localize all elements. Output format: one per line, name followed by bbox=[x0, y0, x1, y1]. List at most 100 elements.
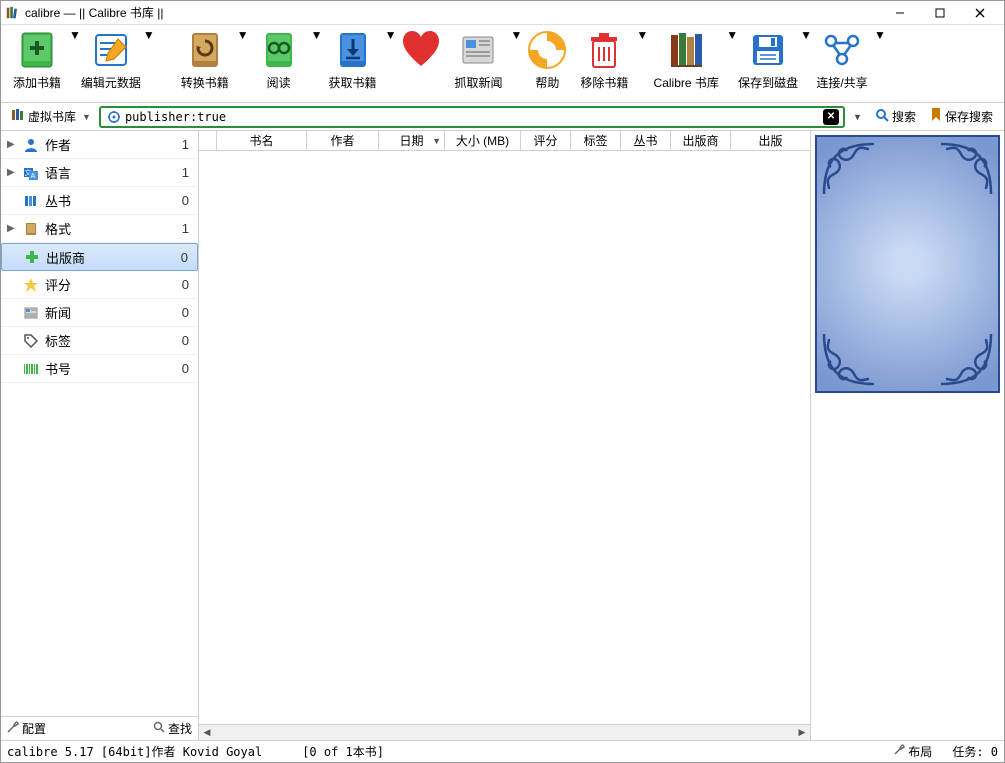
add-books-icon bbox=[15, 28, 59, 72]
fetch-news-dropdown[interactable]: ▼ bbox=[510, 28, 522, 42]
remove-books-button[interactable]: 移除书籍 bbox=[574, 28, 634, 91]
help-button[interactable]: 帮助 bbox=[522, 28, 572, 91]
category-authors[interactable]: ▶ 作者 1 bbox=[1, 131, 198, 159]
jobs-text[interactable]: 任务: 0 bbox=[952, 743, 998, 760]
maximize-button[interactable] bbox=[920, 2, 960, 24]
calibre-library-dropdown[interactable]: ▼ bbox=[726, 28, 738, 42]
minimize-button[interactable] bbox=[880, 2, 920, 24]
convert-books-icon bbox=[183, 28, 227, 72]
configure-button[interactable]: 配置 bbox=[7, 720, 46, 737]
save-search-label: 保存搜索 bbox=[945, 108, 993, 125]
col-tags[interactable]: 标签 bbox=[571, 131, 621, 150]
cover-panel bbox=[811, 131, 1004, 740]
col-series[interactable]: 丛书 bbox=[621, 131, 671, 150]
col-title[interactable]: 书名 bbox=[217, 131, 307, 150]
scroll-left-icon[interactable]: ◀ bbox=[199, 725, 215, 740]
clear-search-button[interactable]: ✕ bbox=[823, 109, 839, 125]
book-cover[interactable] bbox=[815, 135, 1000, 393]
chevron-down-icon: ▼ bbox=[82, 112, 91, 122]
search-history-dropdown[interactable]: ▼ bbox=[849, 112, 866, 122]
book-icon bbox=[23, 221, 39, 237]
convert-books-button[interactable]: 转换书籍 bbox=[175, 28, 235, 91]
expand-icon: ▶ bbox=[7, 139, 17, 150]
donate-button[interactable] bbox=[396, 28, 446, 74]
virtual-library-label: 虚拟书库 bbox=[28, 108, 76, 125]
scroll-right-icon[interactable]: ▶ bbox=[794, 725, 810, 740]
col-date[interactable]: 日期▼ bbox=[379, 131, 445, 150]
get-books-icon bbox=[331, 28, 375, 72]
layout-button[interactable]: 布局 bbox=[893, 743, 932, 760]
star-icon bbox=[23, 277, 39, 293]
fetch-news-icon bbox=[456, 28, 500, 72]
gear-icon[interactable] bbox=[106, 109, 122, 125]
search-icon bbox=[153, 721, 165, 736]
fetch-news-button[interactable]: 抓取新闻 bbox=[448, 28, 508, 91]
add-books-button[interactable]: 添加书籍 bbox=[7, 28, 67, 91]
add-books-dropdown[interactable]: ▼ bbox=[69, 28, 81, 42]
book-list-body[interactable] bbox=[199, 151, 810, 724]
category-list: ▶ 作者 1 ▶ 文A 语言 1 丛书 0 ▶ bbox=[1, 131, 198, 716]
do-search-button[interactable]: 搜索 bbox=[870, 106, 921, 127]
edit-metadata-button[interactable]: 编辑元数据 bbox=[81, 28, 141, 91]
col-rating[interactable]: 评分 bbox=[521, 131, 571, 150]
category-publisher[interactable]: 出版商 0 bbox=[1, 243, 198, 271]
sort-desc-icon: ▼ bbox=[432, 136, 441, 146]
connect-share-button[interactable]: 连接/共享 bbox=[812, 28, 872, 91]
books-icon bbox=[11, 108, 25, 125]
titlebar: calibre — || Calibre 书库 || bbox=[1, 1, 1004, 25]
remove-books-icon bbox=[582, 28, 626, 72]
wrench-icon bbox=[7, 721, 19, 736]
book-list-header: 书名 作者 日期▼ 大小 (MB) 评分 标签 丛书 出版商 出版 bbox=[199, 131, 810, 151]
save-search-button[interactable]: 保存搜索 bbox=[925, 106, 998, 127]
col-pubdate[interactable]: 出版 bbox=[731, 131, 810, 150]
remove-books-dropdown[interactable]: ▼ bbox=[636, 28, 648, 42]
tag-browser: ▶ 作者 1 ▶ 文A 语言 1 丛书 0 ▶ bbox=[1, 131, 199, 740]
col-author[interactable]: 作者 bbox=[307, 131, 379, 150]
edit-metadata-dropdown[interactable]: ▼ bbox=[143, 28, 155, 42]
category-series[interactable]: 丛书 0 bbox=[1, 187, 198, 215]
col-publisher[interactable]: 出版商 bbox=[671, 131, 731, 150]
plus-icon bbox=[24, 249, 40, 265]
horizontal-scrollbar[interactable]: ◀ ▶ bbox=[199, 724, 810, 740]
search-input[interactable] bbox=[125, 110, 823, 124]
wrench-icon bbox=[893, 744, 905, 759]
save-to-disk-icon bbox=[746, 28, 790, 72]
virtual-library-button[interactable]: 虚拟书库 ▼ bbox=[7, 106, 95, 127]
view-icon bbox=[257, 28, 301, 72]
search-box: ✕ bbox=[99, 106, 845, 128]
scroll-track[interactable] bbox=[215, 725, 794, 740]
category-tags[interactable]: 标签 0 bbox=[1, 327, 198, 355]
svg-text:A: A bbox=[31, 173, 36, 180]
version-text: calibre 5.17 [64bit]作者 Kovid Goyal bbox=[7, 743, 262, 760]
save-to-disk-button[interactable]: 保存到磁盘 bbox=[738, 28, 798, 91]
convert-books-dropdown[interactable]: ▼ bbox=[237, 28, 249, 42]
connect-share-icon bbox=[820, 28, 864, 72]
edit-metadata-icon bbox=[89, 28, 133, 72]
find-button[interactable]: 查找 bbox=[153, 720, 192, 737]
save-to-disk-dropdown[interactable]: ▼ bbox=[800, 28, 812, 42]
search-icon bbox=[875, 108, 889, 125]
view-button[interactable]: 阅读 bbox=[249, 28, 309, 91]
main-toolbar: 添加书籍 ▼ 编辑元数据 ▼ 转换书籍 ▼ bbox=[1, 25, 1004, 103]
category-languages[interactable]: ▶ 文A 语言 1 bbox=[1, 159, 198, 187]
category-identifiers[interactable]: 书号 0 bbox=[1, 355, 198, 383]
category-news[interactable]: 新闻 0 bbox=[1, 299, 198, 327]
view-dropdown[interactable]: ▼ bbox=[311, 28, 323, 42]
get-books-button[interactable]: 获取书籍 bbox=[323, 28, 383, 91]
col-size[interactable]: 大小 (MB) bbox=[445, 131, 521, 150]
window-title: calibre — || Calibre 书库 || bbox=[25, 4, 880, 21]
calibre-library-button[interactable]: Calibre 书库 bbox=[648, 28, 724, 91]
get-books-dropdown[interactable]: ▼ bbox=[385, 28, 397, 42]
connect-share-dropdown[interactable]: ▼ bbox=[874, 28, 886, 42]
library-icon bbox=[664, 28, 708, 72]
category-rating[interactable]: 评分 0 bbox=[1, 271, 198, 299]
expand-icon: ▶ bbox=[7, 167, 17, 178]
close-button[interactable] bbox=[960, 2, 1000, 24]
category-formats[interactable]: ▶ 格式 1 bbox=[1, 215, 198, 243]
app-icon bbox=[5, 6, 19, 20]
col-index[interactable] bbox=[199, 131, 217, 150]
status-bar: calibre 5.17 [64bit]作者 Kovid Goyal [0 of… bbox=[1, 740, 1004, 762]
barcode-icon bbox=[23, 361, 39, 377]
expand-icon: ▶ bbox=[7, 223, 17, 234]
series-icon bbox=[23, 193, 39, 209]
